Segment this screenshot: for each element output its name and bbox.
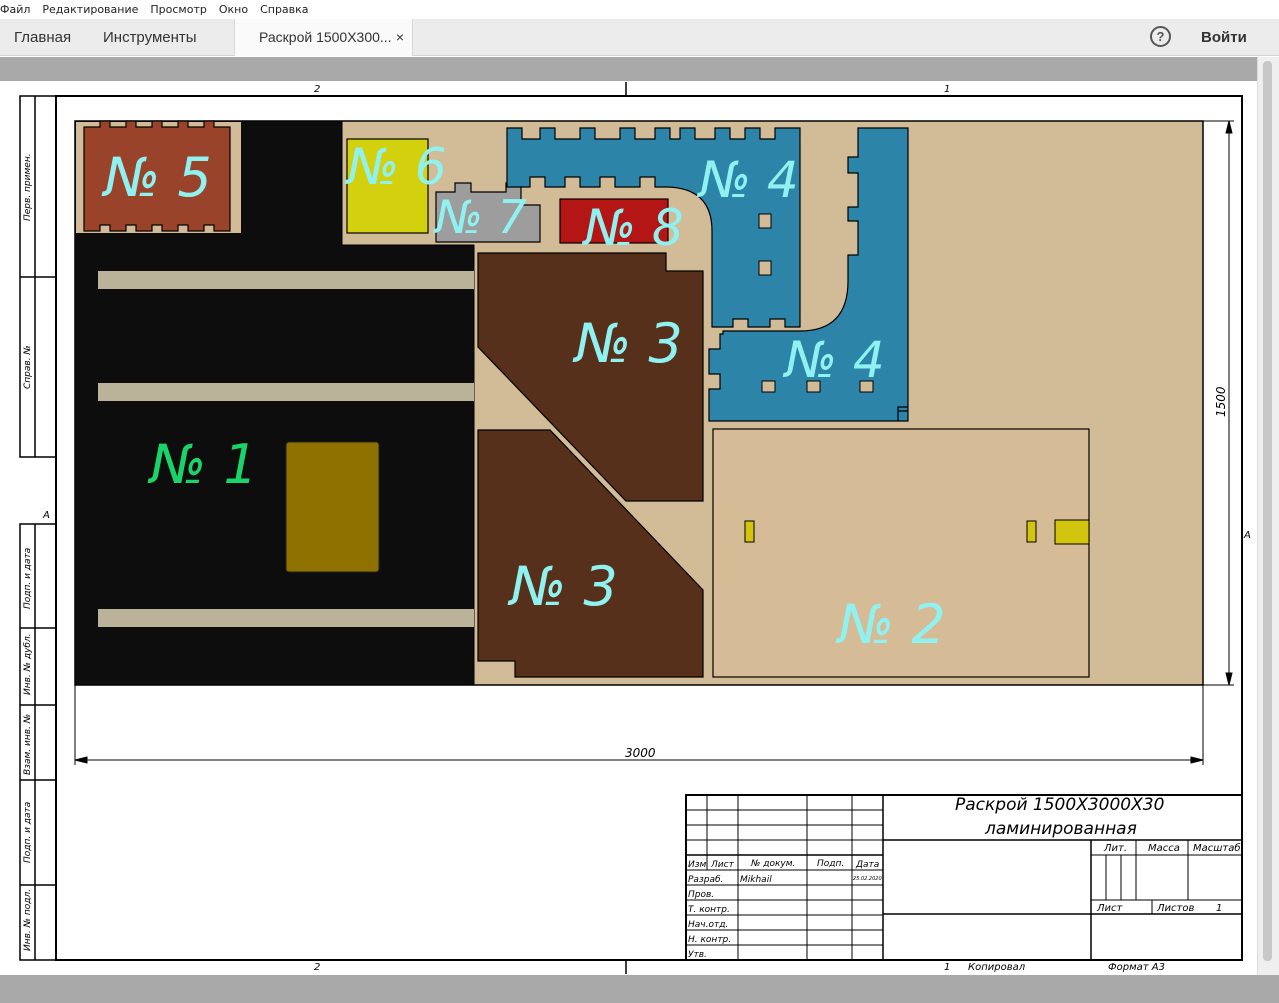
row-prov: Пров. — [688, 890, 714, 900]
format-label: Формат А3 — [1108, 962, 1165, 973]
menu-help[interactable]: Справка — [254, 3, 314, 16]
sheets-label: Листов — [1156, 903, 1194, 914]
side-label-podp2: Подп. и дата — [23, 802, 33, 863]
massa-label: Масса — [1148, 843, 1180, 854]
login-button[interactable]: Войти — [1201, 19, 1247, 56]
razrab-name: Mikhail — [740, 875, 772, 885]
row-nkontr: Н. контр. — [688, 935, 731, 945]
side-label-sprav: Справ. № — [23, 345, 33, 389]
masshtab-label: Масштаб — [1193, 842, 1241, 854]
copied-label: Копировал — [968, 962, 1026, 973]
vertical-scrollbar[interactable] — [1257, 57, 1279, 975]
tab-home[interactable]: Главная — [14, 19, 71, 56]
col-date: Дата — [855, 860, 879, 870]
menu-file[interactable]: Файл — [0, 3, 36, 16]
tab-document-label: Раскрой 1500Х300... — [259, 29, 392, 45]
row-utv: Утв. — [688, 950, 707, 960]
col-list: Лист — [710, 860, 735, 870]
side-label-perv: Перв. примен. — [23, 153, 33, 221]
side-label-vzam: Взам. инв. № — [23, 714, 33, 775]
part-7[interactable]: № 7 — [432, 182, 541, 244]
drawing-sheet[interactable]: 2 1 2 1 Копировал Формат А3 А А Перв. пр… — [0, 81, 1257, 975]
side-label-inv-podl: Инв. № подл. — [23, 889, 33, 951]
menu-edit[interactable]: Редактирование — [36, 3, 144, 16]
col-podp: Подп. — [817, 859, 844, 869]
document-toolbar-area — [0, 57, 1257, 81]
part-5[interactable]: № 5 — [76, 120, 241, 233]
bottom-panel — [0, 975, 1279, 1003]
zone-label-top-1: 1 — [944, 84, 950, 95]
part-2-label: № 2 — [835, 593, 946, 656]
title-line-2: ламинированная — [984, 819, 1137, 839]
part-4-bottom-label: № 4 — [782, 331, 885, 389]
part-2[interactable]: № 2 — [712, 428, 1090, 678]
row-razrab: Разраб. — [688, 875, 723, 885]
zone-label-top-2: 2 — [314, 84, 320, 95]
sheets-value: 1 — [1216, 903, 1222, 914]
menu-bar: Файл Редактирование Просмотр Окно Справк… — [0, 0, 1279, 19]
sheet-label: Лист — [1096, 903, 1124, 914]
part-3-top-label: № 3 — [572, 312, 683, 375]
part-6-label: № 6 — [344, 138, 447, 196]
dimension-width-label: 3000 — [625, 746, 656, 760]
menu-view[interactable]: Просмотр — [144, 3, 212, 16]
part-4-top-label: № 4 — [696, 151, 799, 209]
close-icon[interactable]: × — [396, 19, 404, 56]
row-tkontr: Т. контр. — [688, 905, 730, 915]
part-3-bottom-label: № 3 — [507, 555, 618, 618]
tab-document[interactable]: Раскрой 1500Х300... × — [234, 19, 413, 56]
part-1-label: № 1 — [147, 433, 258, 496]
tab-tools[interactable]: Инструменты — [103, 19, 197, 56]
col-izm: Изм — [688, 860, 707, 870]
zone-label-right-a: А — [1243, 530, 1251, 541]
row-nachotd: Нач.отд. — [688, 920, 728, 930]
zone-label-left-a: А — [42, 510, 50, 521]
lit-label: Лит. — [1103, 843, 1127, 854]
dimension-height-label: 1500 — [1214, 386, 1228, 417]
zone-label-bottom-1: 1 — [944, 962, 950, 973]
tab-bar: Главная Инструменты Раскрой 1500Х300... … — [0, 19, 1279, 56]
part-5-label: № 5 — [101, 146, 212, 209]
part-7-label: № 7 — [432, 190, 527, 244]
title-line-1: Раскрой 1500Х3000Х30 — [955, 795, 1164, 815]
part-8-label: № 8 — [581, 199, 684, 257]
razrab-date: 25.02.2020 — [853, 876, 882, 882]
side-label-inv-dubl: Инв. № дубл. — [23, 633, 33, 695]
scrollbar-thumb[interactable] — [1263, 61, 1272, 961]
col-doc: № докум. — [750, 859, 795, 869]
side-label-podp1: Подп. и дата — [23, 548, 33, 609]
menu-window[interactable]: Окно — [213, 3, 254, 16]
help-icon[interactable]: ? — [1150, 26, 1171, 47]
zone-label-bottom-2: 2 — [314, 962, 320, 973]
